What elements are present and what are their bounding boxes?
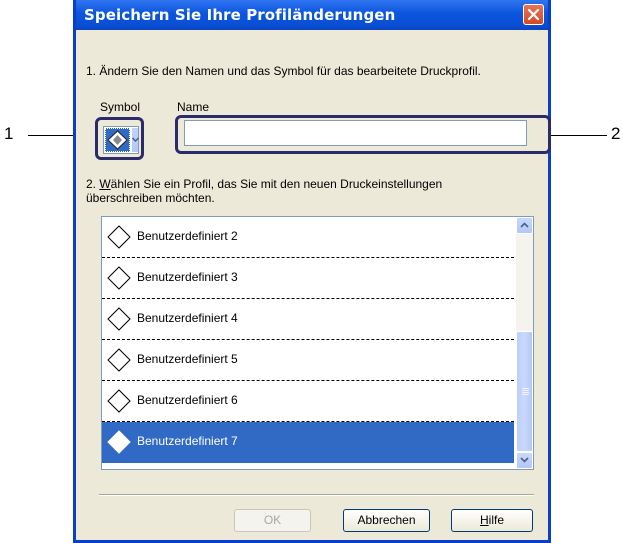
list-item[interactable]: Benutzerdefiniert 2 bbox=[102, 217, 514, 258]
chevron-down-icon bbox=[520, 457, 529, 463]
cancel-button[interactable]: Abbrechen bbox=[343, 509, 430, 532]
list-item[interactable]: Benutzerdefiniert 3 bbox=[102, 258, 514, 299]
diamond-icon bbox=[107, 225, 131, 249]
close-button[interactable] bbox=[523, 4, 544, 25]
help-button-mnemonic: H bbox=[479, 513, 489, 527]
scrollbar-thumb[interactable] bbox=[516, 331, 533, 452]
instruction-step-2-line2: überschreiben möchten. bbox=[86, 191, 215, 205]
dialog-title: Speichern Sie Ihre Profiländerungen bbox=[84, 6, 396, 24]
scroll-up-button[interactable] bbox=[516, 217, 533, 234]
list-item-label: Benutzerdefiniert 6 bbox=[137, 393, 238, 407]
callout-1: 1 bbox=[4, 124, 14, 143]
ok-button[interactable]: OK bbox=[234, 509, 311, 532]
symbol-preview bbox=[105, 128, 130, 152]
profile-symbol-icon bbox=[107, 130, 128, 150]
symbol-dropdown[interactable] bbox=[103, 126, 139, 154]
symbol-label: Symbol bbox=[100, 100, 141, 114]
chevron-up-icon bbox=[520, 222, 529, 228]
list-item-label: Benutzerdefiniert 5 bbox=[137, 352, 238, 366]
list-item[interactable]: Benutzerdefiniert 6 bbox=[102, 381, 514, 422]
symbol-dropdown-arrow[interactable] bbox=[131, 128, 139, 152]
list-item-label: Benutzerdefiniert 7 bbox=[137, 434, 238, 448]
separator bbox=[99, 495, 534, 496]
callout-2-line bbox=[547, 135, 607, 136]
list-item[interactable]: Benutzerdefiniert 5 bbox=[102, 340, 514, 381]
instruction-step-2-prefix: 2. bbox=[86, 177, 100, 191]
close-icon bbox=[527, 8, 540, 21]
name-input[interactable] bbox=[184, 120, 527, 146]
instruction-step-2-mnemonic: W bbox=[99, 177, 111, 191]
scroll-down-button[interactable] bbox=[516, 452, 533, 469]
diamond-icon bbox=[107, 348, 131, 372]
list-item-label: Benutzerdefiniert 4 bbox=[137, 311, 238, 325]
title-bar[interactable]: Speichern Sie Ihre Profiländerungen bbox=[76, 0, 548, 30]
callout-2: 2 bbox=[611, 124, 621, 143]
list-item[interactable]: Benutzerdefiniert 4 bbox=[102, 299, 514, 340]
profile-list[interactable]: Benutzerdefiniert 2 Benutzerdefiniert 3 … bbox=[101, 216, 534, 470]
list-item-selected[interactable]: Benutzerdefiniert 7 bbox=[102, 422, 514, 463]
save-profile-dialog: Speichern Sie Ihre Profiländerungen 1. Ä… bbox=[73, 0, 551, 543]
diamond-icon bbox=[107, 307, 131, 331]
diamond-icon bbox=[107, 266, 131, 290]
instruction-step-2: 2. Wählen Sie ein Profil, das Sie mit de… bbox=[86, 177, 442, 205]
help-button-label: ilfe bbox=[488, 513, 504, 527]
help-button[interactable]: Hilfe bbox=[451, 509, 533, 532]
list-item-label: Benutzerdefiniert 2 bbox=[137, 229, 238, 243]
name-label: Name bbox=[177, 100, 210, 114]
diamond-icon bbox=[107, 430, 131, 454]
chevron-down-icon bbox=[132, 137, 139, 143]
instruction-step-1: 1. Ändern Sie den Namen und das Symbol f… bbox=[86, 64, 481, 78]
list-item-label: Benutzerdefiniert 3 bbox=[137, 270, 238, 284]
diamond-icon bbox=[107, 389, 131, 413]
vertical-scrollbar[interactable] bbox=[516, 217, 533, 469]
instruction-step-2-rest: ählen Sie ein Profil, das Sie mit den ne… bbox=[110, 177, 443, 191]
